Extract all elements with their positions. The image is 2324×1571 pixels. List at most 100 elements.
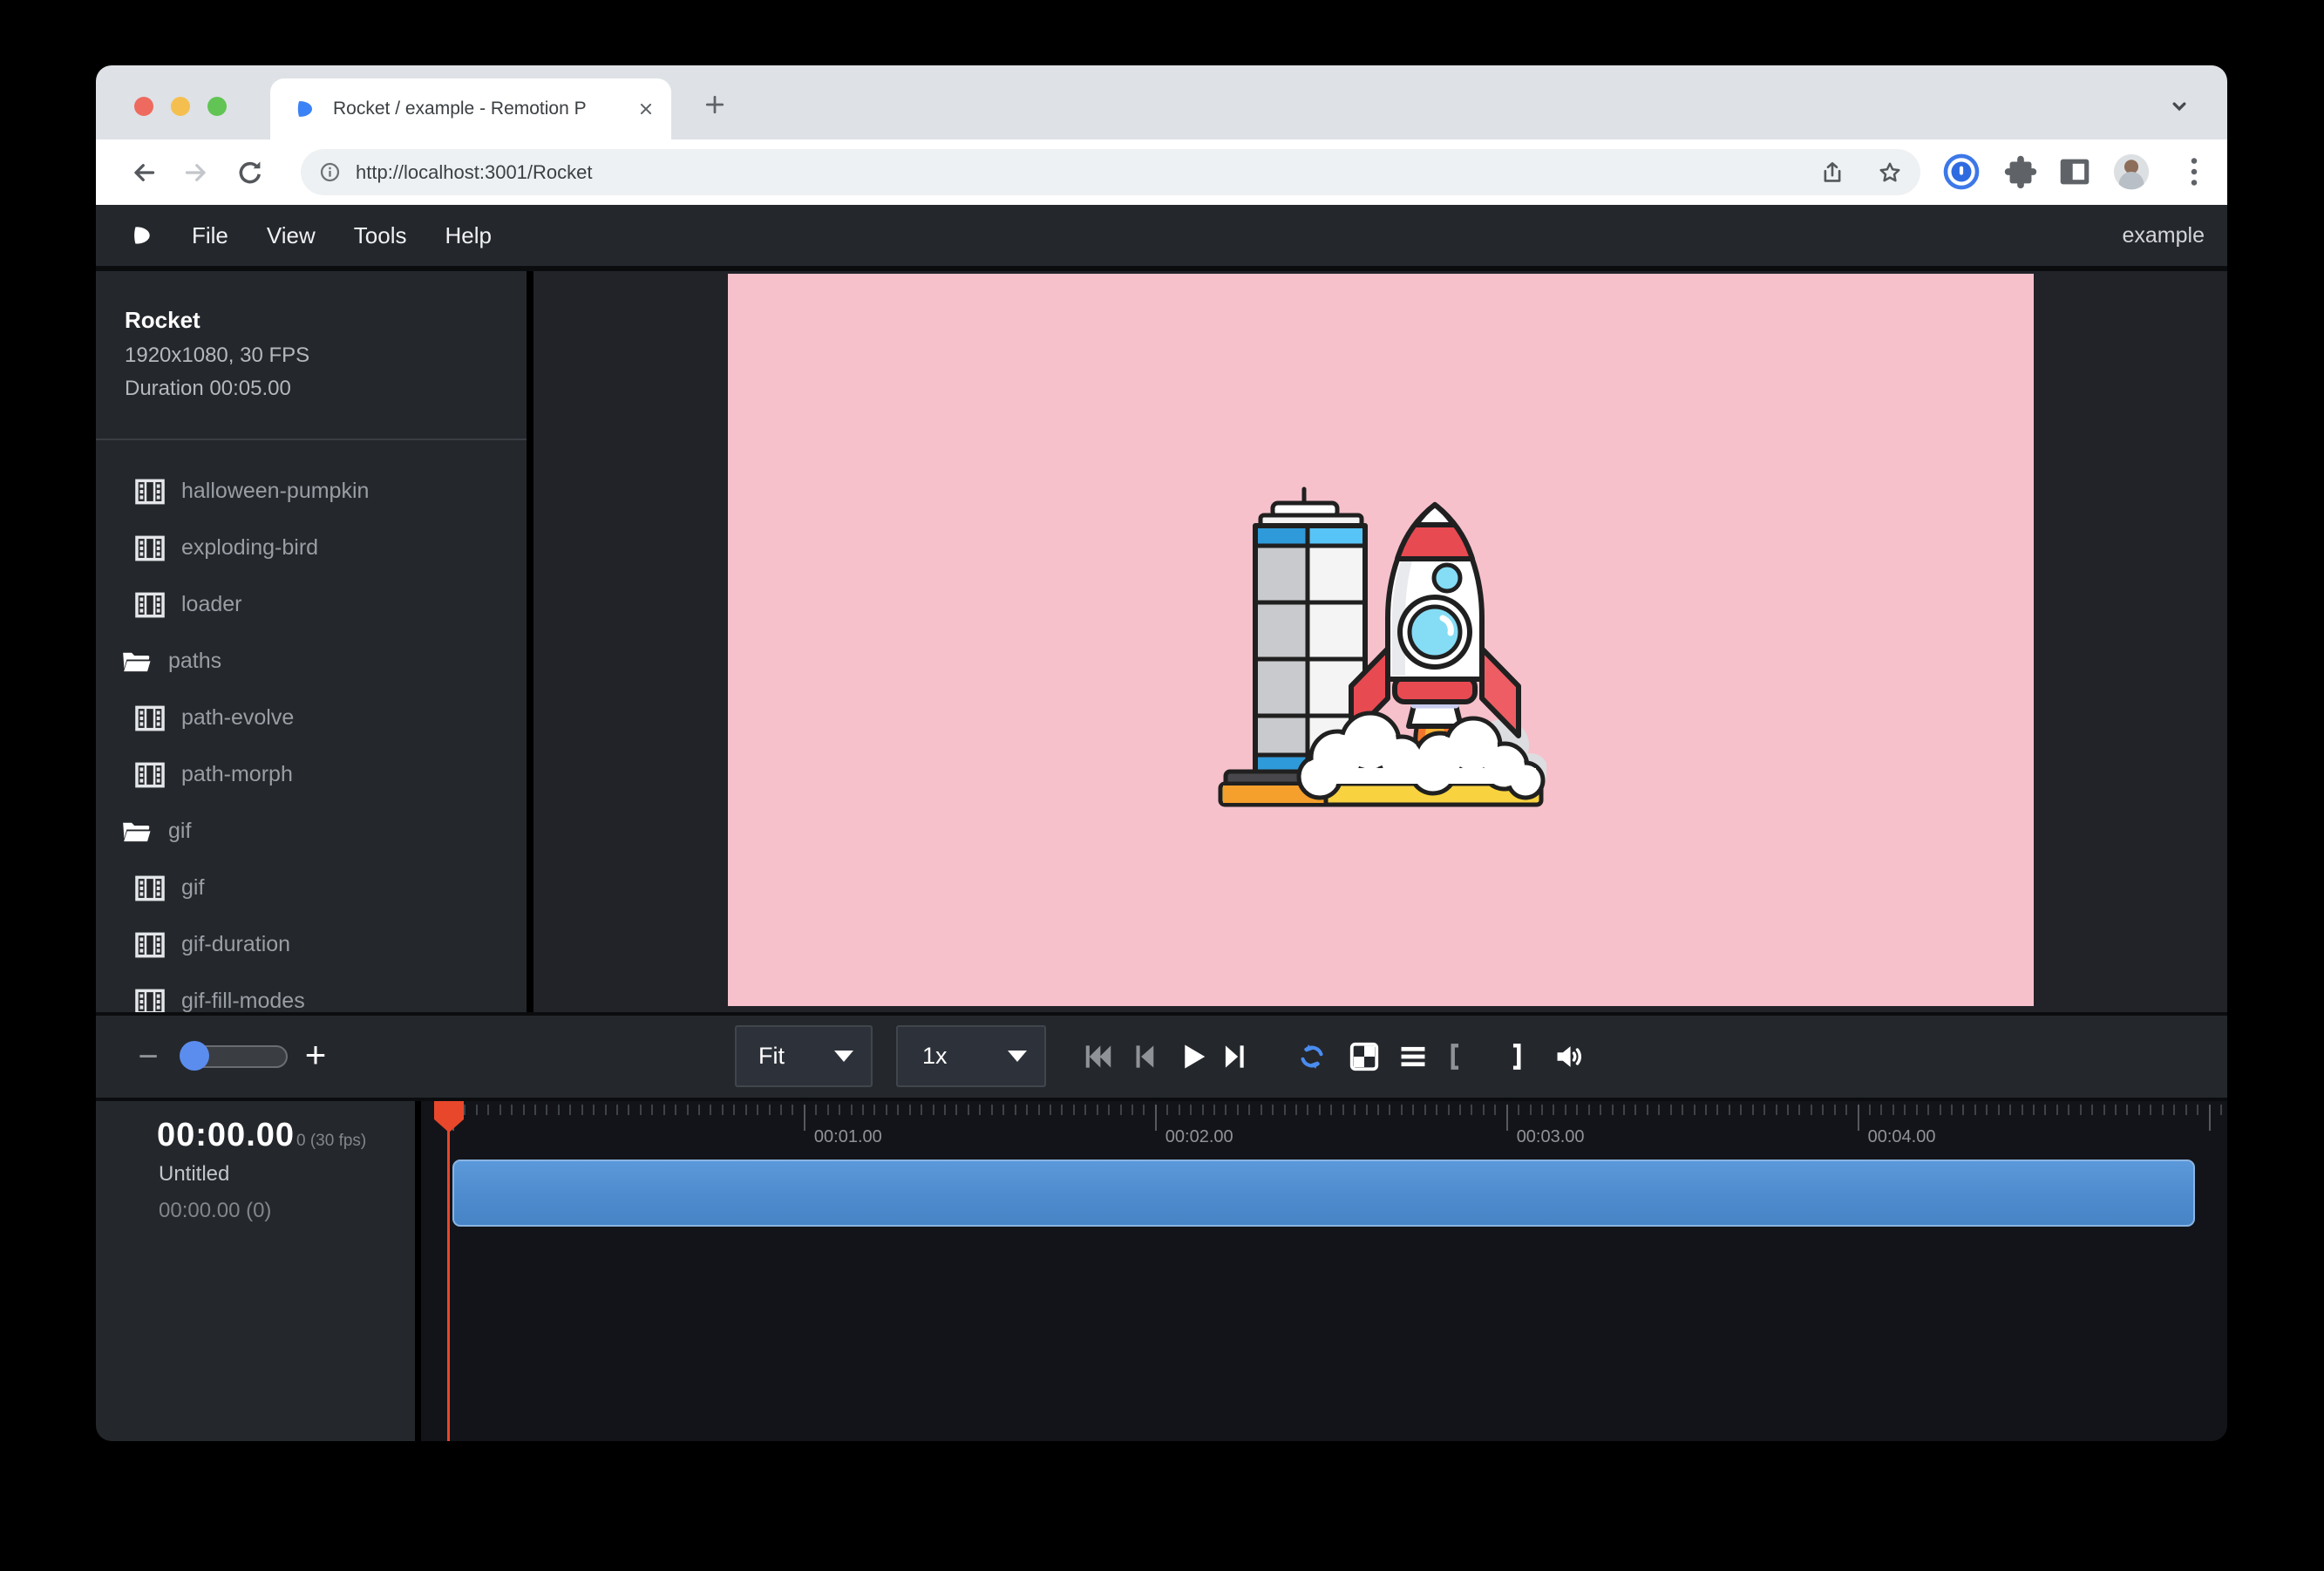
timeline-ruler-label: 00:03.00	[1517, 1127, 1585, 1147]
ruler-tick	[616, 1105, 618, 1115]
sidebar-folder-paths[interactable]: paths	[96, 633, 527, 690]
timeline-track-area[interactable]: 00:01.0000:02.0000:03.0000:04.00	[421, 1101, 2227, 1441]
sidebar-composition-halloween-pumpkin[interactable]: halloween-pumpkin	[96, 463, 527, 520]
chevron-down-icon	[834, 1051, 853, 1062]
sidebar-composition-loader[interactable]: loader	[96, 576, 527, 633]
ruler-tick	[1389, 1105, 1390, 1115]
ruler-tick	[1682, 1105, 1683, 1115]
address-bar[interactable]: http://localhost:3001/Rocket	[301, 149, 1920, 195]
playhead-handle[interactable]	[434, 1101, 464, 1132]
ruler-tick	[1272, 1105, 1274, 1115]
composition-resolution: 1920x1080, 30 FPS	[125, 339, 509, 372]
timeline-zoom-slider-knob[interactable]	[180, 1041, 209, 1071]
bookmark-star-icon[interactable]	[1877, 160, 1903, 186]
ruler-tick	[581, 1105, 583, 1115]
sidebar-composition-gif[interactable]: gif	[96, 860, 527, 916]
new-tab-button[interactable]	[702, 92, 728, 118]
transparency-checkerboard-button[interactable]	[1348, 1040, 1381, 1073]
fullscreen-window-button[interactable]	[207, 97, 227, 116]
close-window-button[interactable]	[134, 97, 153, 116]
out-marker-button[interactable]	[1493, 1040, 1526, 1073]
loop-toggle-button[interactable]	[1295, 1040, 1328, 1073]
browser-tab[interactable]: Rocket / example - Remotion P	[270, 78, 671, 139]
sidebar-composition-exploding-bird[interactable]: exploding-bird	[96, 520, 527, 576]
tab-search-chevron-icon[interactable]	[2167, 94, 2191, 119]
ruler-tick	[2220, 1105, 2222, 1115]
film-icon	[133, 758, 166, 792]
track-name-label: Untitled	[159, 1162, 229, 1187]
ruler-tick	[1097, 1105, 1098, 1115]
video-canvas[interactable]	[728, 274, 2034, 1006]
tab-close-icon[interactable]	[636, 99, 656, 119]
ruler-tick	[933, 1105, 934, 1115]
ruler-tick	[1729, 1105, 1730, 1115]
ruler-tick	[605, 1105, 607, 1115]
side-panel-icon[interactable]	[2055, 152, 2095, 192]
sidebar-composition-gif-fill-modes[interactable]: gif-fill-modes	[96, 973, 527, 1012]
ruler-tick	[1050, 1105, 1051, 1115]
page-info-icon[interactable]	[318, 160, 342, 184]
canvas-size-dropdown[interactable]: Fit	[735, 1025, 873, 1087]
ruler-tick	[1038, 1105, 1040, 1115]
timeline-options-button[interactable]	[1396, 1040, 1430, 1073]
in-marker-button[interactable]	[1445, 1040, 1478, 1073]
timeline-ruler-label: 00:01.00	[814, 1127, 882, 1147]
next-frame-button[interactable]	[1219, 1040, 1252, 1073]
menu-view[interactable]: View	[267, 222, 316, 249]
profile-avatar[interactable]	[2111, 152, 2151, 192]
timeline-zoom-out-button[interactable]: −	[131, 1016, 166, 1098]
ruler-tick	[1143, 1105, 1145, 1115]
ruler-tick	[1412, 1105, 1414, 1115]
ruler-tick	[1424, 1105, 1426, 1115]
ruler-tick	[1120, 1105, 1122, 1115]
timeline-track-bar[interactable]	[452, 1160, 2195, 1227]
previous-frame-button[interactable]	[1128, 1040, 1161, 1073]
ruler-tick	[780, 1105, 782, 1115]
remotion-logo-icon[interactable]	[131, 224, 153, 247]
sidebar-composition-path-evolve[interactable]: path-evolve	[96, 690, 527, 746]
playhead-line[interactable]	[447, 1101, 450, 1441]
ruler-tick	[827, 1105, 829, 1115]
extensions-puzzle-icon[interactable]	[2001, 152, 2041, 192]
menu-tools[interactable]: Tools	[354, 222, 407, 249]
ruler-tick	[733, 1105, 735, 1115]
share-icon[interactable]	[1819, 160, 1845, 186]
timeline-zoom-in-button[interactable]: +	[298, 1016, 333, 1098]
skip-to-start-button[interactable]	[1082, 1040, 1115, 1073]
play-button[interactable]	[1176, 1040, 1209, 1073]
reload-icon[interactable]	[234, 157, 266, 188]
minimize-window-button[interactable]	[171, 97, 190, 116]
ruler-tick	[1073, 1105, 1075, 1115]
ruler-tick	[968, 1105, 969, 1115]
ruler-tick	[1237, 1105, 1239, 1115]
ruler-tick	[1740, 1105, 1742, 1115]
playback-speed-dropdown[interactable]: 1x	[896, 1025, 1046, 1087]
ruler-tick	[769, 1105, 771, 1115]
ruler-tick	[1248, 1105, 1250, 1115]
forward-arrow-icon[interactable]	[180, 157, 212, 188]
ruler-tick	[1459, 1105, 1461, 1115]
onepassword-extension-icon[interactable]	[1941, 152, 1981, 192]
sidebar-item-label: exploding-bird	[181, 535, 318, 561]
ruler-tick	[1858, 1105, 1859, 1131]
ruler-tick	[1892, 1105, 1894, 1115]
ruler-tick	[1307, 1105, 1308, 1115]
ruler-tick	[944, 1105, 946, 1115]
remotion-favicon-icon	[295, 99, 316, 119]
menu-file[interactable]: File	[192, 222, 228, 249]
ruler-tick	[1084, 1105, 1086, 1115]
menu-help[interactable]: Help	[445, 222, 492, 249]
ruler-tick	[1015, 1105, 1016, 1115]
ruler-tick	[687, 1105, 689, 1115]
ruler-tick	[1506, 1105, 1508, 1131]
ruler-tick	[1986, 1105, 1988, 1115]
sidebar-composition-gif-duration[interactable]: gif-duration	[96, 916, 527, 973]
timeline-zoom-slider[interactable]	[181, 1045, 288, 1068]
sidebar-folder-gif[interactable]: gif	[96, 803, 527, 860]
browser-menu-dots-icon[interactable]	[2174, 152, 2214, 192]
ruler-tick	[1822, 1105, 1824, 1115]
ruler-tick	[2173, 1105, 2175, 1115]
sidebar-composition-path-morph[interactable]: path-morph	[96, 746, 527, 803]
volume-button[interactable]	[1553, 1040, 1586, 1073]
back-arrow-icon[interactable]	[128, 157, 160, 188]
